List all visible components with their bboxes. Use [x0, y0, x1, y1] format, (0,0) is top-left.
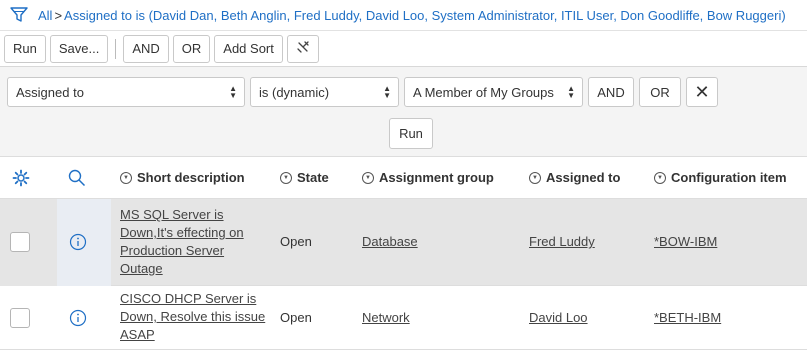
sort-icon: ▼ [280, 171, 292, 184]
sort-icon: ▼ [362, 171, 374, 184]
toolbar-divider [115, 38, 117, 59]
state-value: Open [280, 234, 312, 249]
column-header-label: Assignment group [379, 170, 494, 185]
run-button[interactable]: Run [4, 34, 46, 63]
gear-icon[interactable] [12, 169, 30, 187]
table-row[interactable]: MS SQL Server is Down,It's effecting on … [0, 199, 807, 286]
condition-or-button[interactable]: OR [639, 77, 681, 107]
filter-toolbar: Run Save... AND OR Add Sort [0, 31, 807, 67]
wrench-icon [296, 40, 310, 57]
wrench-button[interactable] [286, 34, 319, 63]
sort-icon: ▼ [120, 171, 132, 184]
run-row: Run [389, 118, 433, 149]
filter-icon[interactable] [10, 4, 32, 26]
column-header-label: Assigned to [546, 170, 621, 185]
value-select-value: A Member of My Groups [413, 84, 554, 100]
value-select[interactable]: A Member of My Groups ▲ ▼ [404, 77, 583, 107]
select-arrows-icon: ▲ ▼ [229, 84, 237, 100]
remove-condition-button[interactable]: ✕ [686, 77, 718, 107]
column-header-label: Short description [137, 170, 245, 185]
condition-row: Assigned to ▲ ▼ is (dynamic) ▲ ▼ A Member … [7, 77, 718, 107]
table-header: ▼ Short description ▼ State ▼ Assignment… [0, 157, 807, 199]
row-checkbox[interactable] [10, 232, 30, 252]
short-description-link[interactable]: MS SQL Server is Down,It's effecting on … [120, 206, 270, 278]
column-header-short-description[interactable]: ▼ Short description [120, 170, 245, 185]
condition-run-button[interactable]: Run [389, 118, 433, 149]
assignment-group-link[interactable]: Database [362, 234, 418, 249]
and-button[interactable]: AND [123, 34, 169, 63]
state-value: Open [280, 310, 312, 325]
operator-select[interactable]: is (dynamic) ▲ ▼ [250, 77, 399, 107]
assigned-to-link[interactable]: Fred Luddy [529, 234, 595, 249]
or-button[interactable]: OR [172, 34, 211, 63]
column-header-assignment-group[interactable]: ▼ Assignment group [362, 170, 494, 185]
breadcrumb-all-link[interactable]: All [38, 8, 52, 23]
breadcrumb: All > Assigned to is (David Dan, Beth An… [38, 8, 786, 23]
breadcrumb-condition-link[interactable]: Assigned to is (David Dan, Beth Anglin, … [64, 8, 786, 23]
info-icon[interactable] [69, 309, 87, 327]
column-header-label: State [297, 170, 329, 185]
info-icon[interactable] [69, 233, 87, 251]
condition-and-button[interactable]: AND [588, 77, 634, 107]
column-header-configuration-item[interactable]: ▼ Configuration item [654, 170, 787, 185]
column-header-assigned-to[interactable]: ▼ Assigned to [529, 170, 620, 185]
breadcrumb-bar: All > Assigned to is (David Dan, Beth An… [0, 0, 807, 31]
operator-select-value: is (dynamic) [259, 84, 330, 100]
breadcrumb-separator: > [54, 7, 63, 23]
close-icon: ✕ [694, 81, 710, 102]
configuration-item-link[interactable]: *BOW-IBM [654, 234, 717, 249]
select-arrows-icon: ▲ ▼ [383, 84, 391, 100]
configuration-item-link[interactable]: *BETH-IBM [654, 310, 721, 325]
short-description-link[interactable]: CISCO DHCP Server is Down, Resolve this … [120, 290, 272, 344]
sort-icon: ▼ [529, 171, 541, 184]
assigned-to-link[interactable]: David Loo [529, 310, 588, 325]
field-select-value: Assigned to [16, 84, 84, 100]
sort-icon: ▼ [654, 171, 666, 184]
save-button[interactable]: Save... [49, 34, 109, 63]
field-select[interactable]: Assigned to ▲ ▼ [7, 77, 245, 107]
column-header-state[interactable]: ▼ State [280, 170, 329, 185]
column-header-label: Configuration item [671, 170, 787, 185]
row-checkbox[interactable] [10, 308, 30, 328]
table-row[interactable]: CISCO DHCP Server is Down, Resolve this … [0, 286, 807, 350]
assignment-group-link[interactable]: Network [362, 310, 410, 325]
select-arrows-icon: ▲ ▼ [567, 84, 575, 100]
add-sort-button[interactable]: Add Sort [214, 34, 283, 63]
search-icon[interactable] [68, 169, 86, 187]
condition-builder: Assigned to ▲ ▼ is (dynamic) ▲ ▼ A Member … [0, 67, 807, 157]
